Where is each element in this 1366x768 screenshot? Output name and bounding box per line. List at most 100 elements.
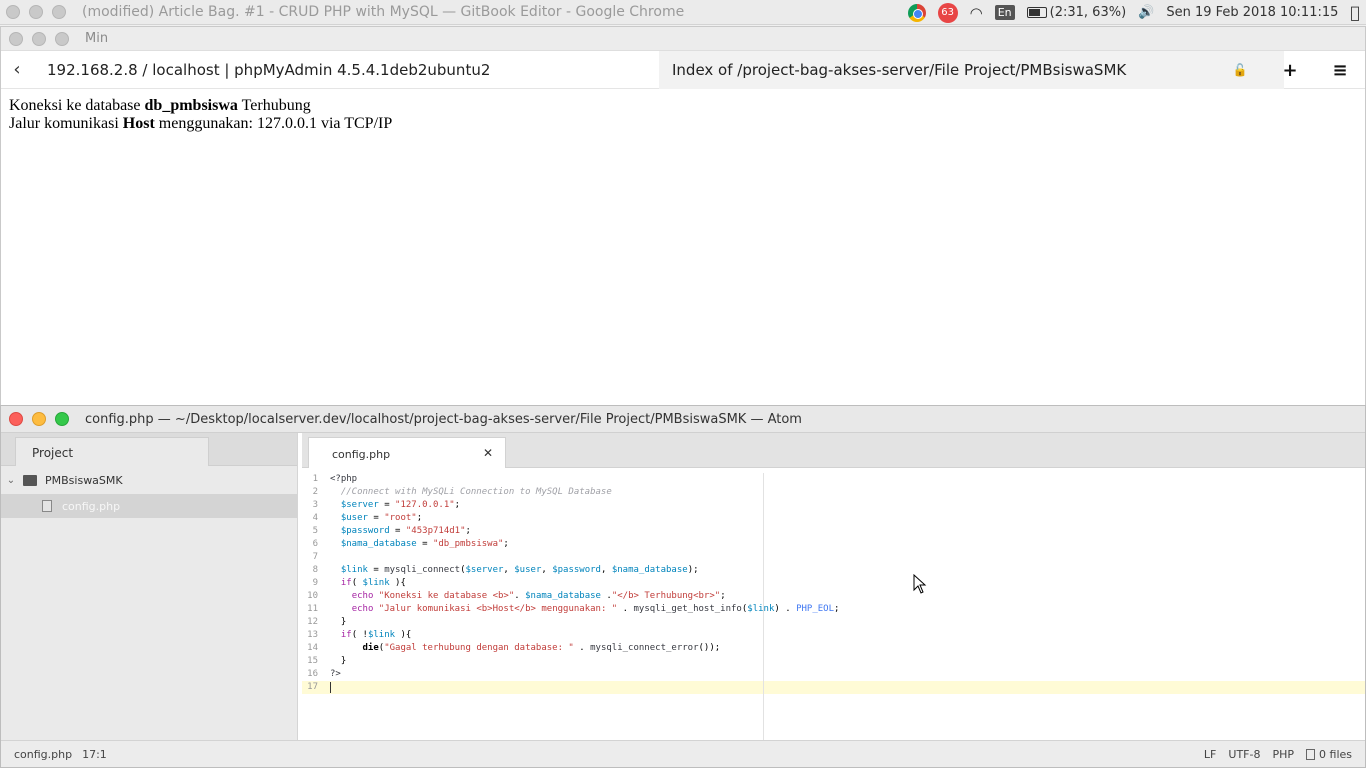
line-number: 6 [312, 539, 318, 549]
chevron-down-icon: ⌄ [6, 474, 16, 486]
code-line[interactable]: 11 echo "Jalur komunikasi <b>Host</b> me… [302, 603, 1365, 616]
tab-project[interactable]: Project [15, 437, 209, 466]
line-number: 16 [307, 669, 318, 679]
code-text: ?> [330, 669, 341, 679]
battery-level [1028, 9, 1040, 16]
code-line[interactable]: 1 <?php [302, 473, 1365, 486]
browser-minimize-button[interactable] [32, 31, 46, 46]
unlock-icon[interactable]: 🔓 [1215, 63, 1265, 77]
code-line[interactable]: 13 if( !$link ){ [302, 629, 1365, 642]
code-text: $password = "453p714d1"; [340, 526, 471, 536]
close-icon[interactable]: ✕ [483, 446, 493, 460]
code-line[interactable]: 5 $password = "453p714d1"; [302, 525, 1365, 538]
project-tree-panel: Project ⌄ PMBsiswaSMK config.php [1, 433, 298, 741]
window-controls [6, 5, 66, 19]
apple-menu-icon[interactable]:  [1350, 3, 1360, 22]
browser-close-button[interactable] [9, 31, 23, 46]
code-text: echo "Koneksi ke database <b>". $nama_da… [351, 591, 726, 601]
chrome-icon[interactable] [907, 3, 926, 22]
editor-pane: config.php ✕ 1 <?php 2 //Connect with MySQ… [302, 433, 1365, 741]
status-encoding[interactable]: UTF-8 [1228, 748, 1260, 761]
code-line[interactable]: 8 $link = mysqli_connect($server, $user,… [302, 564, 1365, 577]
code-line[interactable]: 9 if( $link ){ [302, 577, 1365, 590]
text-cursor [330, 682, 331, 693]
new-tab-icon[interactable]: + [1265, 60, 1315, 81]
line-number: 5 [312, 526, 318, 536]
status-cursor-position[interactable]: 17:1 [82, 748, 107, 761]
line-number: 4 [312, 513, 318, 523]
line-number: 14 [307, 643, 318, 653]
tree-folder-label: PMBsiswaSMK [45, 473, 123, 487]
line-number: 10 [307, 591, 318, 601]
clock[interactable]: Sen 19 Feb 2018 10:11:15 [1166, 5, 1338, 20]
line-number: 15 [307, 656, 318, 666]
battery-indicator[interactable]: (2:31, 63%) [1026, 5, 1126, 20]
notification-badge[interactable]: 63 [937, 2, 958, 23]
code-line[interactable]: 10 echo "Koneksi ke database <b>". $nama… [302, 590, 1365, 603]
code-text: } [330, 617, 347, 627]
tree-file-label: config.php [62, 499, 121, 513]
code-line[interactable]: 7 [302, 551, 1365, 564]
browser-title: Min [85, 31, 109, 46]
database-name: db_pmbsiswa [144, 97, 238, 114]
code-line[interactable]: 17 [302, 681, 1365, 694]
line-number: 7 [312, 552, 318, 562]
system-tray: 63 ◠ En (2:31, 63%) 🔊 Sen 19 Feb 2018 10… [907, 0, 1366, 25]
browser-window-controls [9, 31, 69, 46]
file-count-icon [1306, 749, 1316, 760]
maximize-button[interactable] [52, 5, 66, 19]
code-line[interactable]: 14 die("Gagal terhubung dengan database:… [302, 642, 1365, 655]
system-title-bar: (modified) Article Bag. #1 - CRUD PHP wi… [0, 0, 1366, 25]
atom-minimize-button[interactable] [32, 412, 46, 426]
editor-tab-bar: config.php ✕ [302, 433, 1365, 468]
line-number: 12 [307, 617, 318, 627]
tab-index-of-label: Index of /project-bag-akses-server/File … [672, 61, 1127, 79]
code-line[interactable]: 16 ?> [302, 668, 1365, 681]
code-text: $nama_database = "db_pmbsiswa"; [340, 539, 509, 549]
status-grammar[interactable]: PHP [1272, 748, 1294, 761]
code-line[interactable]: 4 $user = "root"; [302, 512, 1365, 525]
status-file-name[interactable]: config.php [14, 748, 72, 761]
volume-icon[interactable]: 🔊 [1138, 5, 1154, 20]
line-number: 1 [312, 474, 318, 484]
page-content: Koneksi ke database db_pmbsiswa Terhubun… [1, 89, 1365, 141]
host-label: Host [122, 115, 155, 132]
atom-title-bar: config.php — ~/Desktop/localserver.dev/l… [1, 406, 1365, 433]
close-button[interactable] [6, 5, 20, 19]
tree-tab-bar: Project [1, 433, 297, 466]
active-window-title: (modified) Article Bag. #1 - CRUD PHP wi… [82, 4, 685, 20]
tab-phpmyadmin[interactable]: 192.168.2.8 / localhost | phpMyAdmin 4.5… [47, 61, 659, 79]
back-icon[interactable]: ‹ [2, 59, 32, 80]
host-info-line: Jalur komunikasi Host menggunakan: 127.0… [9, 115, 393, 132]
browser-maximize-button[interactable] [55, 31, 69, 46]
atom-close-button[interactable] [9, 412, 23, 426]
code-line[interactable]: 2 //Connect with MySQLi Connection to My… [302, 486, 1365, 499]
atom-maximize-button[interactable] [55, 412, 69, 426]
status-line-ending[interactable]: LF [1204, 748, 1216, 761]
status-files[interactable]: 0 files [1306, 748, 1352, 761]
line-number: 9 [312, 578, 318, 588]
line-number: 11 [307, 604, 318, 614]
status-bar: config.php 17:1 LF UTF-8 PHP 0 files [1, 740, 1365, 767]
tab-index-of[interactable]: Index of /project-bag-akses-server/File … [659, 51, 1284, 89]
code-area[interactable]: 1 <?php 2 //Connect with MySQLi Connection… [302, 473, 1365, 741]
tree-file[interactable]: config.php [1, 494, 297, 518]
minimize-button[interactable] [29, 5, 43, 19]
connection-status-line: Koneksi ke database db_pmbsiswa Terhubun… [9, 97, 311, 114]
menu-icon[interactable]: ≡ [1315, 60, 1365, 81]
code-line[interactable]: 15 } [302, 655, 1365, 668]
code-text: <?php [330, 474, 358, 484]
line-number: 2 [312, 487, 318, 497]
battery-icon [1026, 7, 1047, 18]
line-number: 8 [312, 565, 318, 575]
tab-config-php[interactable]: config.php ✕ [308, 437, 506, 468]
wifi-icon[interactable]: ◠ [970, 4, 983, 22]
code-line[interactable]: 3 $server = "127.0.0.1"; [302, 499, 1365, 512]
browser-actions: 🔓 + ≡ [1215, 51, 1365, 89]
atom-window-controls [9, 412, 69, 426]
code-line[interactable]: 6 $nama_database = "db_pmbsiswa"; [302, 538, 1365, 551]
tree-folder[interactable]: ⌄ PMBsiswaSMK [1, 468, 297, 492]
code-line[interactable]: 12 } [302, 616, 1365, 629]
code-text: } [330, 656, 347, 666]
language-indicator[interactable]: En [994, 5, 1015, 20]
